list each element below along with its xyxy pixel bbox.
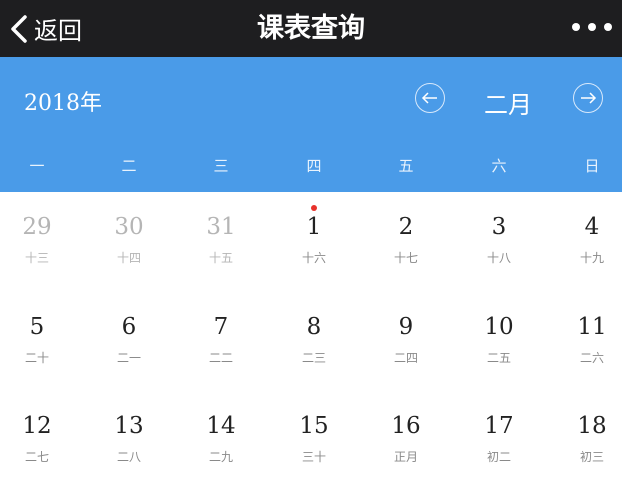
lunar-date: 二十 [24,351,49,365]
more-dots-icon [604,23,612,31]
day-number: 4 [584,214,600,240]
day-number: 14 [206,413,236,439]
day-number: 1 [306,214,322,240]
weekday-label: 四 [306,157,322,175]
calendar-day-cell[interactable]: 2 十七 [360,192,452,292]
calendar-day-cell[interactable]: 6 二一 [83,292,175,392]
more-dots-icon [588,23,596,31]
year-label: 2018年 [24,91,102,116]
arrow-right-icon [581,92,597,104]
day-number: 16 [391,413,421,439]
calendar-day-cell[interactable]: 1 十六 [268,192,360,292]
day-number: 18 [577,413,607,439]
lunar-date: 二七 [24,450,49,464]
prev-month-button[interactable] [415,83,445,113]
calendar-day-cell[interactable]: 15 三十 [268,391,360,491]
calendar-day-cell[interactable]: 30 十四 [83,192,175,292]
weekday-label: 一 [29,157,45,175]
day-number: 13 [114,413,144,439]
lunar-date: 十三 [24,251,49,265]
chevron-left-icon [11,14,27,43]
day-number: 7 [213,314,229,340]
weekday-label: 三 [213,157,229,175]
lunar-date: 二二 [208,351,233,365]
calendar-day-cell[interactable]: 29 十三 [0,192,83,292]
lunar-date: 十六 [301,251,326,265]
more-dots-icon [572,23,580,31]
calendar-day-cell[interactable]: 14 二九 [175,391,267,491]
arrow-left-icon [421,92,437,104]
weekday-label: 日 [584,157,600,175]
calendar-day-cell[interactable]: 12 二七 [0,391,83,491]
calendar-day-cell[interactable]: 7 二二 [175,292,267,392]
day-number: 2 [398,214,414,240]
navigation-bar: 返回 课表查询 [0,0,622,57]
next-month-button[interactable] [573,83,603,113]
lunar-date: 二三 [301,351,326,365]
back-button[interactable]: 返回 [8,0,82,57]
weekday-row: 一 二 三 四 五 六 日 [0,155,622,179]
lunar-date: 十八 [486,251,511,265]
calendar-day-cell[interactable]: 17 初二 [453,391,545,491]
calendar-grid: 29 十三 30 十四 31 十五 1 十六 2 十七 3 十八 4 十九 5 二十 6 二一 7 二二 8 二三 9 二四 1… [0,192,622,464]
day-number: 6 [121,314,137,340]
lunar-date: 正月 [393,450,418,464]
calendar-day-cell[interactable]: 11 二六 [546,292,622,392]
lunar-date: 十五 [208,251,233,265]
day-number: 8 [306,314,322,340]
back-label: 返回 [34,17,82,45]
lunar-date: 二八 [116,450,141,464]
calendar-header: 2018年 二月 一 二 三 四 五 六 日 [0,57,622,192]
lunar-date: 十四 [116,251,141,265]
page-title: 课表查询 [257,13,365,44]
calendar-day-cell[interactable]: 13 二八 [83,391,175,491]
calendar-day-cell[interactable]: 5 二十 [0,292,83,392]
day-number: 12 [22,413,52,439]
weekday-label: 六 [491,157,507,175]
more-menu-button[interactable] [572,14,612,40]
lunar-date: 二四 [393,351,418,365]
day-number: 3 [491,214,507,240]
calendar-day-cell[interactable]: 4 十九 [546,192,622,292]
day-number: 5 [29,314,45,340]
lunar-date: 十七 [393,251,418,265]
day-number: 30 [114,214,144,240]
day-number: 11 [577,314,607,340]
day-number: 9 [398,314,414,340]
day-number: 29 [22,214,52,240]
lunar-date: 二九 [208,450,233,464]
lunar-date: 二六 [579,351,604,365]
month-label: 二月 [484,91,532,119]
day-number: 10 [484,314,514,340]
lunar-date: 初二 [486,450,511,464]
calendar-day-cell[interactable]: 10 二五 [453,292,545,392]
lunar-date: 三十 [301,450,326,464]
calendar-day-cell[interactable]: 18 初三 [546,391,622,491]
lunar-date: 初三 [579,450,604,464]
lunar-date: 二一 [116,351,141,365]
calendar-day-cell[interactable]: 16 正月 [360,391,452,491]
weekday-label: 五 [398,157,414,175]
lunar-date: 十九 [579,251,604,265]
day-number: 17 [484,413,514,439]
event-dot-icon [311,205,317,211]
calendar-day-cell[interactable]: 9 二四 [360,292,452,392]
lunar-date: 二五 [486,351,511,365]
day-number: 15 [299,413,329,439]
calendar-day-cell[interactable]: 3 十八 [453,192,545,292]
calendar-day-cell[interactable]: 8 二三 [268,292,360,392]
calendar-day-cell[interactable]: 31 十五 [175,192,267,292]
weekday-label: 二 [121,157,137,175]
day-number: 31 [206,214,236,240]
